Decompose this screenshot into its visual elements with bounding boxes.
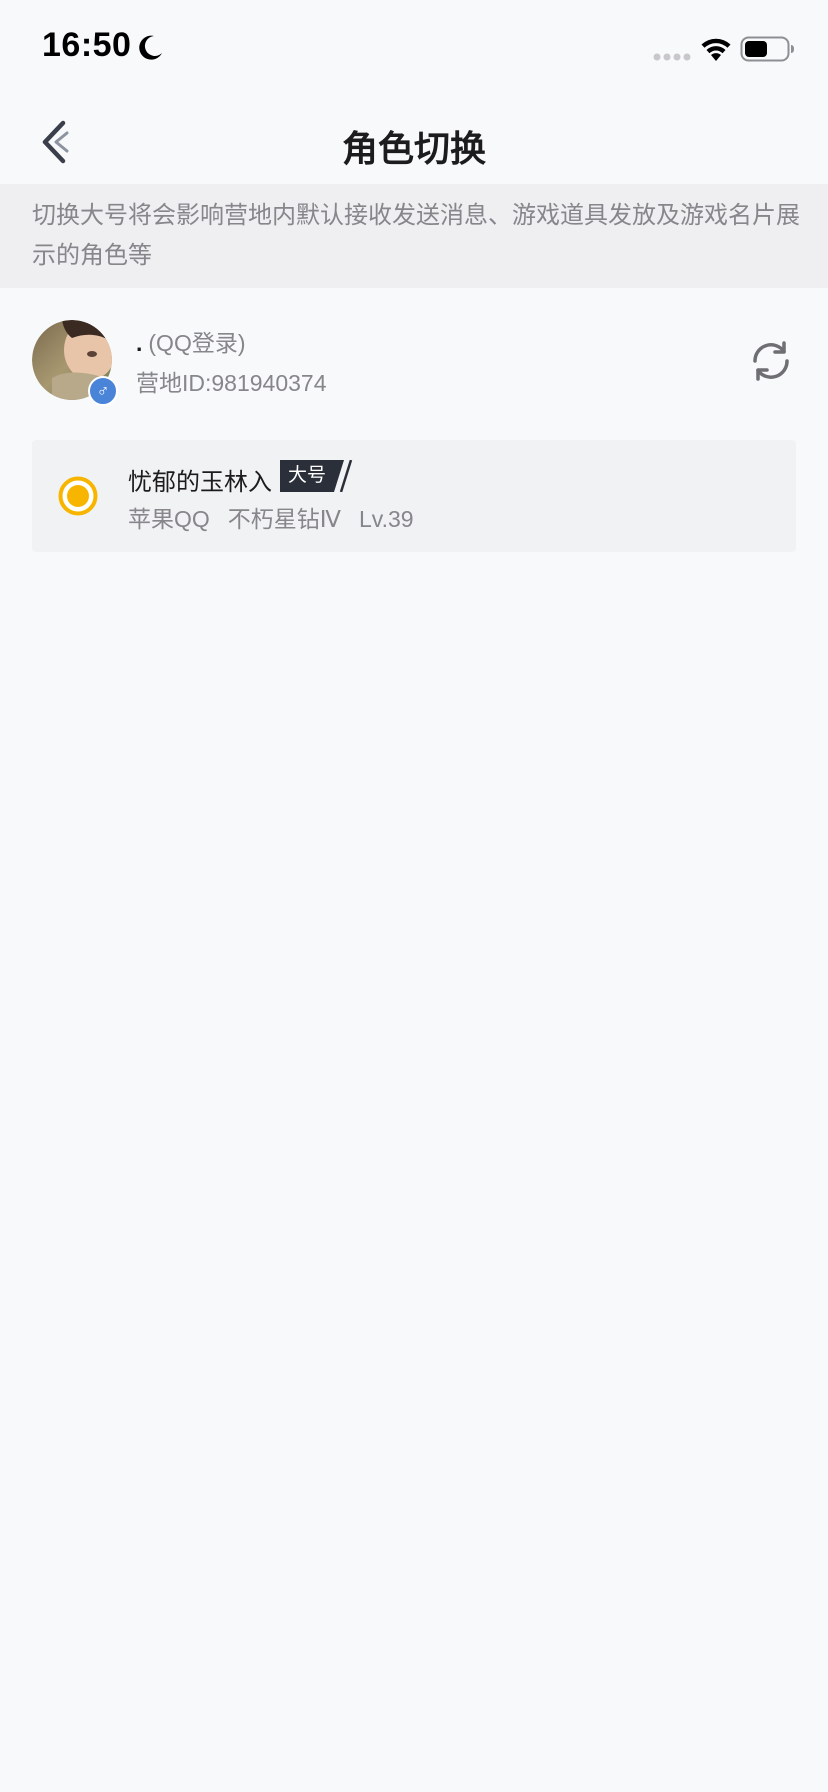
gender-male-icon: ♂: [88, 376, 118, 406]
login-type-label: (QQ登录): [148, 330, 246, 356]
role-card[interactable]: 忧郁的玉林入 大号 苹果QQ 不朽星钻Ⅳ Lv.39: [32, 440, 796, 552]
role-name: 忧郁的玉林入: [128, 469, 272, 496]
refresh-switch-icon[interactable]: [748, 338, 794, 384]
notice-text: 切换大号将会影响营地内默认接收发送消息、游戏道具发放及游戏名片展示的角色等: [32, 202, 800, 269]
cellular-signal-icon: [653, 53, 691, 61]
page-title: 角色切换: [341, 128, 486, 169]
camp-id: 营地ID:981940374: [136, 370, 327, 396]
status-bar: 16:50: [0, 0, 828, 100]
role-meta: 苹果QQ 不朽星钻Ⅳ Lv.39: [128, 500, 432, 534]
account-row: ♂ . (QQ登录) 营地ID:981940374: [0, 318, 828, 406]
notice-banner: 切换大号将会影响营地内默认接收发送消息、游戏道具发放及游戏名片展示的角色等: [0, 184, 828, 288]
main-account-badge: 大号: [280, 460, 354, 492]
navigation-bar: 角色切换: [0, 100, 828, 184]
status-time: 16:50: [42, 26, 132, 64]
role-switch-screen: 16:50 角色切换 切换大号将会影响营地内默认接收发送消息、游戏道具发放及游戏…: [0, 0, 828, 1792]
role-platform: 苹果QQ: [128, 506, 210, 532]
wifi-icon: [701, 38, 731, 61]
main-account-badge-label: 大号: [280, 460, 335, 492]
avatar: ♂: [32, 320, 118, 406]
role-rank: 不朽星钻Ⅳ: [227, 506, 342, 532]
battery-icon: [740, 36, 794, 62]
badge-slash-decoration: [334, 460, 353, 492]
role-level: Lv.39: [359, 506, 414, 532]
radio-selected-icon[interactable]: [58, 476, 98, 516]
account-name-line: . (QQ登录): [136, 324, 246, 358]
account-nickname: .: [136, 330, 143, 356]
moon-icon: [139, 35, 162, 60]
